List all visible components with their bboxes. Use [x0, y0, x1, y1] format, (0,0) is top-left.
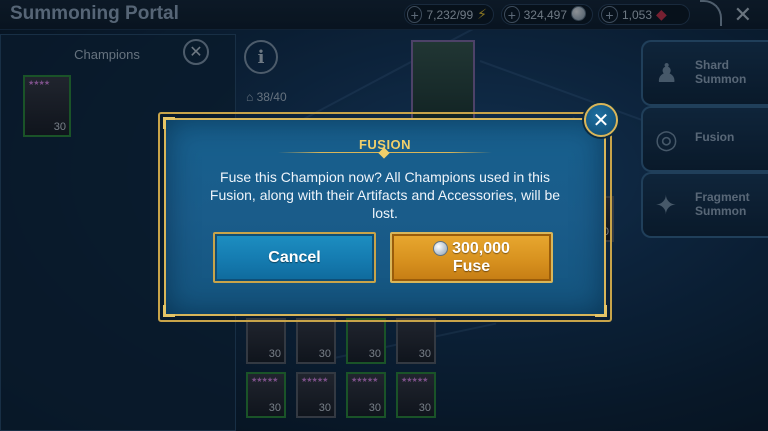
fusion-dialog: FUSION Fuse this Champion now? All Champ…: [158, 112, 612, 322]
cancel-button[interactable]: Cancel: [213, 232, 376, 283]
close-dialog-icon[interactable]: ✕: [584, 103, 618, 137]
fuse-cost-row: 300,000: [433, 240, 510, 258]
frame-corner-ornament: [163, 305, 175, 317]
frame-corner-ornament: [595, 305, 607, 317]
frame-corner-ornament: [163, 117, 175, 129]
fuse-label: Fuse: [452, 257, 491, 275]
dialog-message: Fuse this Champion now? All Champions us…: [209, 169, 561, 221]
silver-coin-icon: [433, 241, 449, 256]
fuse-cost: 300,000: [452, 239, 510, 257]
cancel-label: Cancel: [268, 248, 321, 266]
fuse-button[interactable]: 300,000 Fuse: [390, 232, 553, 283]
